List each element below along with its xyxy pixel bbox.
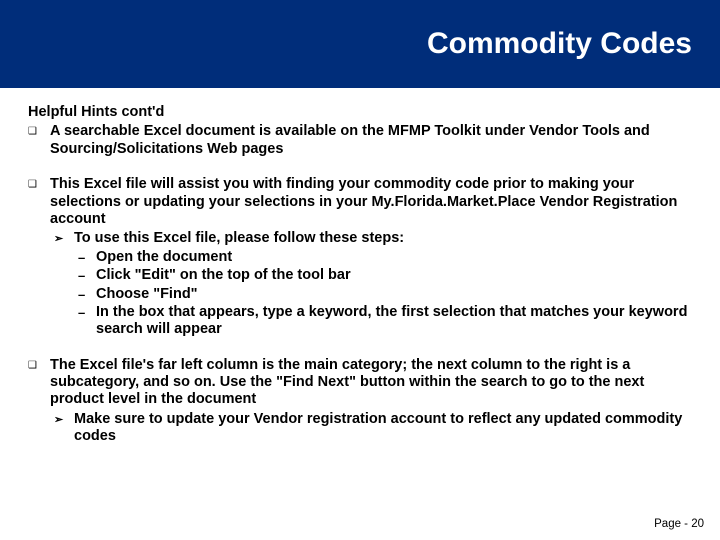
dash-bullet-icon: –	[74, 304, 96, 321]
slide-content: Helpful Hints cont'd ❑ A searchable Exce…	[0, 88, 720, 446]
arrow-bullet-icon: ➢	[50, 230, 74, 246]
bullet-text: The Excel file's far left column is the …	[50, 357, 644, 408]
bullet-text: This Excel file will assist you with fin…	[50, 176, 677, 227]
slide-title: Commodity Codes	[427, 27, 692, 61]
bullet-item: ❑ This Excel file will assist you with f…	[28, 176, 692, 339]
bullet-item: ❑ A searchable Excel document is availab…	[28, 123, 692, 158]
sub-bullet-text: To use this Excel file, please follow th…	[74, 230, 404, 246]
step-text: In the box that appears, type a keyword,…	[96, 304, 692, 339]
bullet-body: The Excel file's far left column is the …	[50, 357, 692, 446]
step-text: Choose "Find"	[96, 286, 692, 303]
square-bullet-icon: ❑	[28, 357, 50, 372]
arrow-bullet-icon: ➢	[50, 411, 74, 427]
section-heading: Helpful Hints cont'd	[28, 104, 692, 121]
bullet-body: This Excel file will assist you with fin…	[50, 176, 692, 339]
step-item: – Open the document	[74, 249, 692, 266]
sub-bullet-item: ➢ Make sure to update your Vendor regist…	[50, 411, 692, 446]
slide-header: Commodity Codes	[0, 0, 720, 88]
step-text: Open the document	[96, 249, 692, 266]
step-item: – In the box that appears, type a keywor…	[74, 304, 692, 339]
sub-bullet-body: To use this Excel file, please follow th…	[74, 230, 692, 338]
step-item: – Click "Edit" on the top of the tool ba…	[74, 267, 692, 284]
dash-bullet-icon: –	[74, 267, 96, 284]
square-bullet-icon: ❑	[28, 176, 50, 191]
sub-bullet-item: ➢ To use this Excel file, please follow …	[50, 230, 692, 338]
page-number: Page - 20	[654, 518, 704, 530]
sub-bullet-text: Make sure to update your Vendor registra…	[74, 411, 692, 446]
dash-bullet-icon: –	[74, 286, 96, 303]
dash-bullet-icon: –	[74, 249, 96, 266]
step-text: Click "Edit" on the top of the tool bar	[96, 267, 692, 284]
step-item: – Choose "Find"	[74, 286, 692, 303]
square-bullet-icon: ❑	[28, 123, 50, 138]
bullet-item: ❑ The Excel file's far left column is th…	[28, 357, 692, 446]
bullet-text: A searchable Excel document is available…	[50, 123, 692, 158]
